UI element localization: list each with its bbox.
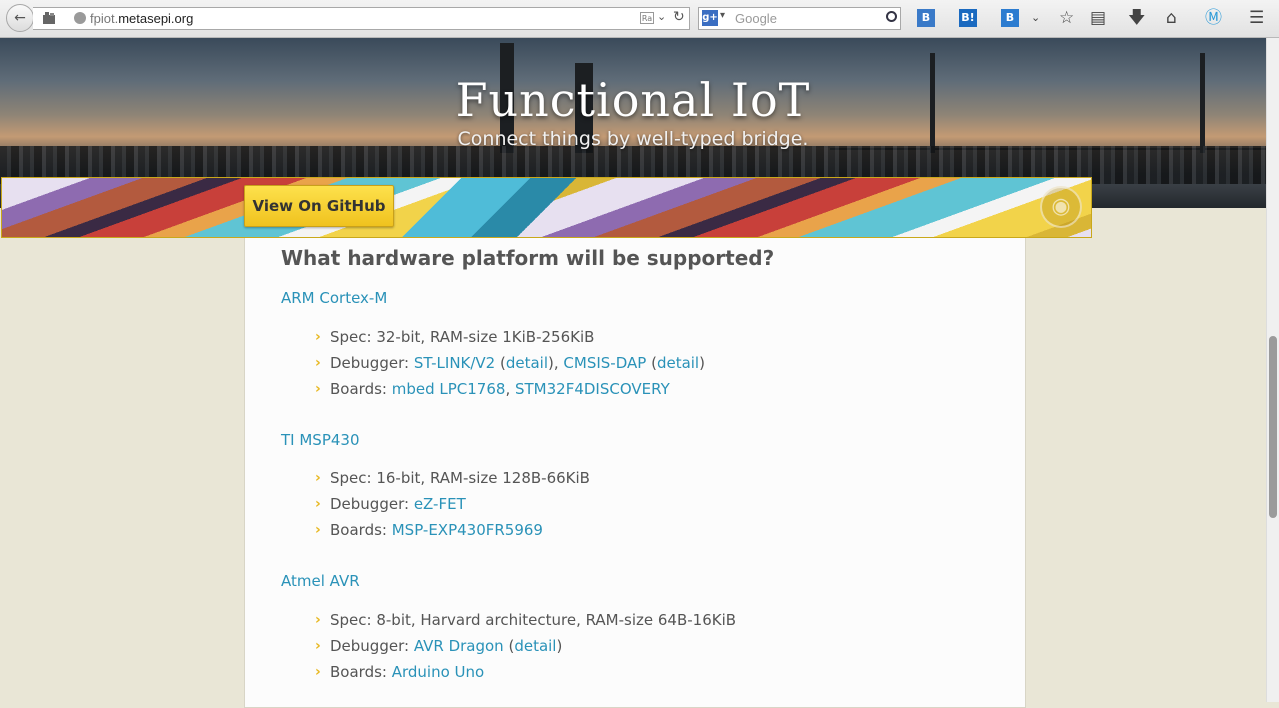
- search-icon[interactable]: [886, 11, 897, 22]
- debugger-label: Debugger:: [330, 354, 414, 372]
- platform-link-msp430[interactable]: TI MSP430: [281, 431, 360, 449]
- search-bar[interactable]: g+ ▾ Google: [698, 7, 901, 30]
- chevron-right-icon: ›: [315, 612, 321, 628]
- debugger-link[interactable]: CMSIS-DAP: [563, 354, 646, 372]
- home-icon[interactable]: ⌂: [1166, 7, 1177, 29]
- chevron-right-icon: ›: [315, 355, 321, 371]
- hatena-b-icon[interactable]: B!: [959, 9, 977, 27]
- list-item: › Spec: 8-bit, Harvard architecture, RAM-…: [315, 607, 736, 633]
- view-on-github-button[interactable]: View On GitHub: [244, 185, 394, 227]
- chevron-right-icon: ›: [315, 329, 321, 345]
- back-button[interactable]: ←: [6, 4, 34, 32]
- boards-label: Boards:: [330, 663, 392, 681]
- scrollbar-thumb[interactable]: [1269, 336, 1277, 518]
- chevron-right-icon: ›: [315, 664, 321, 680]
- list-item: › Boards: Arduino Uno: [315, 659, 736, 685]
- site-identity-icon[interactable]: [74, 12, 86, 24]
- chevron-right-icon: ›: [315, 470, 321, 486]
- detail-link[interactable]: detail: [514, 637, 556, 655]
- platform-spec-list: › Spec: 16-bit, RAM-size 128B-66KiB › Debu…: [315, 465, 590, 543]
- list-item: › Boards: MSP-EXP430FR5969: [315, 517, 590, 543]
- chevron-right-icon: ›: [315, 496, 321, 512]
- hatena-bookmark-icon[interactable]: B: [917, 9, 935, 27]
- url-text[interactable]: fpiot.metasepi.org: [90, 11, 193, 26]
- board-link[interactable]: MSP-EXP430FR5969: [392, 521, 543, 539]
- url-bar[interactable]: fpiot.metasepi.org Ra ⌄ ↻: [33, 7, 690, 30]
- platform-spec-list: › Spec: 8-bit, Harvard architecture, RAM-…: [315, 607, 736, 685]
- url-domain: metasepi.org: [118, 11, 194, 26]
- extension-dropdown-icon[interactable]: ⌄: [1031, 7, 1040, 29]
- debugger-link[interactable]: ST-LINK/V2: [414, 354, 495, 372]
- url-subdomain: fpiot.: [90, 11, 119, 26]
- chevron-right-icon: ›: [315, 381, 321, 397]
- reload-icon[interactable]: ↻: [673, 9, 685, 25]
- debugger-link[interactable]: AVR Dragon: [414, 637, 504, 655]
- chevron-down-icon[interactable]: ▾: [720, 10, 725, 21]
- boards-label: Boards:: [330, 380, 392, 398]
- debugger-label: Debugger:: [330, 495, 414, 513]
- platform-spec-list: › Spec: 32-bit, RAM-size 1KiB-256KiB › Deb…: [315, 324, 705, 402]
- search-engine-icon[interactable]: g+: [702, 10, 718, 26]
- debugger-link[interactable]: eZ-FET: [414, 495, 466, 513]
- chevron-right-icon: ›: [315, 638, 321, 654]
- board-link[interactable]: Arduino Uno: [392, 663, 484, 681]
- detail-link[interactable]: detail: [506, 354, 548, 372]
- detail-link[interactable]: detail: [657, 354, 699, 372]
- octocat-icon[interactable]: ◉: [1040, 186, 1082, 228]
- star-icon[interactable]: ☆: [1059, 7, 1074, 29]
- menu-icon[interactable]: ☰: [1249, 7, 1264, 29]
- vertical-scrollbar[interactable]: [1266, 38, 1279, 702]
- list-item: › Debugger: eZ-FET: [315, 491, 590, 517]
- bookmarks-list-icon[interactable]: ▤: [1090, 7, 1106, 29]
- section-title: What hardware platform will be supported…: [281, 246, 775, 270]
- spec-text: Spec: 16-bit, RAM-size 128B-66KiB: [330, 469, 590, 487]
- list-item: › Debugger: AVR Dragon (detail): [315, 633, 736, 659]
- browser-toolbar: ← fpiot.metasepi.org Ra ⌄ ↻ g+ ▾ Google …: [0, 0, 1279, 38]
- page-title: Functional IoT: [455, 73, 811, 127]
- spec-text: Spec: 32-bit, RAM-size 1KiB-256KiB: [330, 328, 595, 346]
- tab-groups-icon[interactable]: [42, 11, 56, 25]
- back-arrow-icon: ←: [14, 10, 26, 26]
- boards-label: Boards:: [330, 521, 392, 539]
- board-link[interactable]: STM32F4DISCOVERY: [515, 380, 670, 398]
- spec-text: Spec: 8-bit, Harvard architecture, RAM-s…: [330, 611, 737, 629]
- main-content: What hardware platform will be supported…: [244, 238, 1026, 708]
- list-item: › Spec: 32-bit, RAM-size 1KiB-256KiB: [315, 324, 705, 350]
- debugger-label: Debugger:: [330, 637, 414, 655]
- platform-link-avr[interactable]: Atmel AVR: [281, 572, 360, 590]
- sync-icon[interactable]: Ⓜ: [1205, 7, 1222, 29]
- chevron-right-icon: ›: [315, 522, 321, 538]
- board-link[interactable]: mbed LPC1768: [392, 380, 506, 398]
- search-input[interactable]: Google: [735, 11, 777, 26]
- reader-view-icon[interactable]: Ra: [640, 12, 654, 24]
- list-item: › Spec: 16-bit, RAM-size 128B-66KiB: [315, 465, 590, 491]
- striped-banner: [1, 177, 1092, 238]
- list-item: › Debugger: ST-LINK/V2 (detail), CMSIS-DA…: [315, 350, 705, 376]
- platform-link-arm[interactable]: ARM Cortex-M: [281, 289, 387, 307]
- page-subtitle: Connect things by well-typed bridge.: [457, 128, 809, 150]
- download-icon[interactable]: 🡇: [1128, 7, 1145, 29]
- history-dropdown-icon[interactable]: ⌄: [657, 10, 666, 23]
- bookmark-extension-icon[interactable]: B: [1001, 9, 1019, 27]
- list-item: › Boards: mbed LPC1768, STM32F4DISCOVERY: [315, 376, 705, 402]
